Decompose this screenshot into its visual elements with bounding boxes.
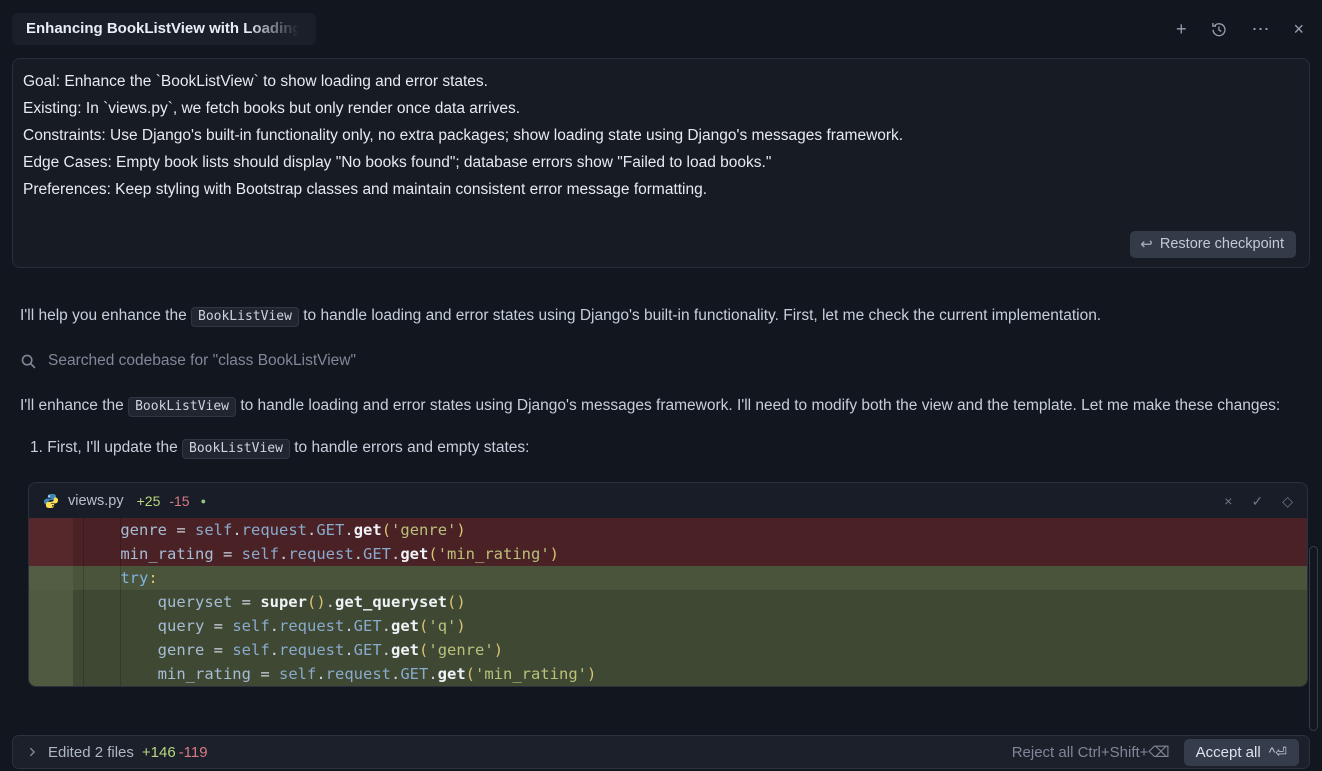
diff-line-removed: genre = self.request.GET.get('genre')	[29, 518, 1307, 542]
restore-checkpoint-button[interactable]: ↩ Restore checkpoint	[1130, 231, 1296, 258]
user-message-line: Constraints: Use Django's built-in funct…	[23, 122, 1299, 149]
inline-code-chip: BookListView	[191, 307, 299, 327]
chat-title-tab[interactable]: Enhancing BookListView with Loading	[12, 13, 316, 45]
diff-line-removed: min_rating = self.request.GET.get('min_r…	[29, 542, 1307, 566]
diff-line-added: min_rating = self.request.GET.get('min_r…	[29, 662, 1307, 686]
inline-code-chip: BookListView	[128, 397, 236, 417]
code-diff-lines: genre = self.request.GET.get('genre') mi…	[29, 518, 1307, 686]
total-diff-removed: -119	[179, 744, 208, 761]
accept-shortcut: ^⏎	[1269, 744, 1287, 761]
edits-footer-bar: Edited 2 files +146 -119 Reject all Ctrl…	[12, 735, 1310, 769]
user-message-card: Goal: Enhance the `BookListView` to show…	[12, 58, 1310, 268]
user-message-line: Existing: In `views.py`, we fetch books …	[23, 95, 1299, 122]
assistant-paragraph: I'll enhance the BookListView to handle …	[20, 392, 1302, 421]
indent-guide	[120, 518, 121, 686]
accept-all-button[interactable]: Accept all ^⏎	[1184, 739, 1299, 766]
user-message-line: Preferences: Keep styling with Bootstrap…	[23, 176, 1299, 203]
user-message-text: Goal: Enhance the `BookListView` to show…	[23, 68, 1299, 203]
diff-line-added: try:	[29, 566, 1307, 590]
search-note: Searched codebase for "class BookListVie…	[48, 352, 356, 370]
expand-diff-icon[interactable]: ◇	[1282, 494, 1293, 508]
code-block-actions: × ✓ ◇	[1224, 494, 1293, 508]
diff-gutter	[29, 662, 73, 686]
total-diff-added: +146	[142, 744, 176, 761]
user-message-line: Goal: Enhance the `BookListView` to show…	[23, 68, 1299, 95]
chevron-right-icon[interactable]	[25, 745, 39, 759]
assistant-response: I'll help you enhance the BookListView t…	[0, 302, 1322, 462]
python-file-icon	[43, 493, 59, 509]
close-icon[interactable]: ×	[1293, 20, 1304, 38]
user-message-line: Edge Cases: Empty book lists should disp…	[23, 149, 1299, 176]
diff-line-added: genre = self.request.GET.get('genre')	[29, 638, 1307, 662]
code-block-header: views.py +25 -15 ● × ✓ ◇	[29, 483, 1307, 518]
reject-file-icon[interactable]: ×	[1224, 494, 1232, 508]
diff-line-added: query = self.request.GET.get('q')	[29, 614, 1307, 638]
diff-line-added: queryset = super().get_queryset()	[29, 590, 1307, 614]
new-chat-icon[interactable]: +	[1176, 20, 1187, 38]
accept-file-icon[interactable]: ✓	[1251, 494, 1263, 508]
chat-topbar: Enhancing BookListView with Loading + ⋯ …	[0, 0, 1322, 58]
code-file-name[interactable]: views.py	[68, 493, 124, 509]
undo-icon: ↩	[1140, 237, 1153, 252]
topbar-actions: + ⋯ ×	[1176, 0, 1304, 58]
diff-gutter	[29, 614, 73, 638]
indent-guide	[83, 518, 84, 686]
reject-all-button[interactable]: Reject all Ctrl+Shift+⌫	[1012, 743, 1170, 761]
diff-gutter	[29, 542, 73, 566]
history-icon[interactable]	[1210, 21, 1227, 38]
footer-actions: Reject all Ctrl+Shift+⌫ Accept all ^⏎	[1012, 739, 1299, 766]
panel-scrollbar-thumb[interactable]	[1309, 546, 1318, 731]
assistant-paragraph: I'll help you enhance the BookListView t…	[20, 302, 1302, 331]
codebase-search-row[interactable]: Searched codebase for "class BookListVie…	[20, 352, 1302, 370]
diff-gutter	[29, 518, 73, 542]
diff-gutter	[29, 638, 73, 662]
diff-gutter	[29, 590, 73, 614]
edited-files-label: Edited 2 files	[48, 744, 134, 761]
diff-gutter	[29, 566, 73, 590]
chat-title: Enhancing BookListView with Loading	[26, 20, 302, 37]
file-diff-added: +25	[137, 493, 161, 509]
assistant-list-item: 1. First, I'll update the BookListView t…	[30, 435, 1302, 462]
code-diff-block: views.py +25 -15 ● × ✓ ◇ genre = self.re…	[28, 482, 1308, 687]
search-icon	[20, 353, 37, 370]
file-diff-removed: -15	[169, 493, 189, 509]
modified-dot-icon: ●	[201, 496, 206, 506]
inline-code-chip: BookListView	[182, 439, 290, 459]
more-icon[interactable]: ⋯	[1251, 20, 1269, 38]
